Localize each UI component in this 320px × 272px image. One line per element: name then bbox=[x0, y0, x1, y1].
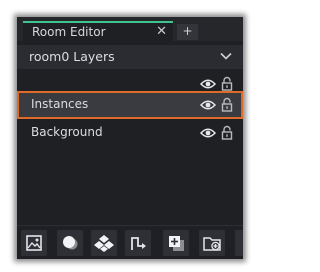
add-tab-button[interactable]: + bbox=[177, 24, 198, 40]
folder-add-icon bbox=[203, 237, 221, 251]
eye-icon[interactable] bbox=[200, 127, 216, 139]
add-folder-button[interactable] bbox=[199, 230, 225, 256]
layer-row-background[interactable]: Background bbox=[17, 119, 243, 147]
tab-bar: Room Editor ✕ + bbox=[17, 17, 243, 41]
layer-name: Background bbox=[31, 125, 103, 139]
background-layer-icon bbox=[26, 235, 42, 251]
layer-row-instances[interactable]: Instances bbox=[17, 91, 243, 119]
layers-title: room0 Layers bbox=[29, 49, 115, 64]
toolbar-overflow-edge bbox=[235, 230, 243, 256]
layer-toolbar bbox=[17, 225, 243, 259]
layer-name: Instances bbox=[31, 97, 89, 111]
tile-layer-icon bbox=[94, 235, 114, 252]
tab-room-editor[interactable]: Room Editor ✕ bbox=[23, 21, 173, 41]
chevron-down-icon[interactable] bbox=[219, 49, 233, 63]
add-background-layer-button[interactable] bbox=[21, 230, 47, 256]
eye-icon[interactable] bbox=[200, 99, 216, 111]
layers-header[interactable]: room0 Layers bbox=[17, 45, 243, 69]
lock-icon[interactable] bbox=[221, 125, 233, 140]
add-tile-layer-button[interactable] bbox=[91, 230, 117, 256]
eye-icon[interactable] bbox=[200, 78, 216, 90]
add-instance-layer-button[interactable] bbox=[57, 230, 83, 256]
add-asset-layer-button[interactable] bbox=[163, 230, 189, 256]
tab-label: Room Editor bbox=[32, 25, 106, 39]
lock-icon[interactable] bbox=[221, 97, 233, 112]
lock-icon[interactable] bbox=[221, 76, 233, 91]
instance-layer-icon bbox=[63, 236, 78, 250]
asset-layer-icon bbox=[169, 236, 184, 251]
path-layer-icon bbox=[131, 237, 146, 250]
add-path-layer-button[interactable] bbox=[125, 230, 151, 256]
close-icon[interactable]: ✕ bbox=[156, 24, 167, 39]
room-editor-panel: Room Editor ✕ + room0 Layers Instances B… bbox=[17, 17, 243, 259]
